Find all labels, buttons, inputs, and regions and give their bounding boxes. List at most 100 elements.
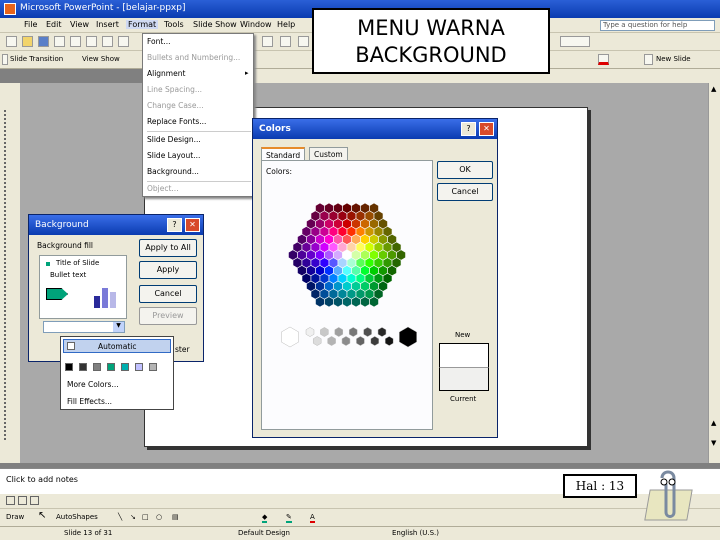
view-show-button[interactable]: View Show — [82, 55, 120, 63]
zoom-icon[interactable] — [560, 36, 590, 47]
fill-color-icon[interactable]: ◆ — [262, 513, 268, 523]
cancel-button[interactable]: Cancel — [139, 285, 197, 303]
menu-item-line-spacing[interactable]: Line Spacing... — [147, 85, 202, 97]
slide-transition-button[interactable]: Slide Transition — [10, 55, 63, 63]
line-icon[interactable]: ╲ — [118, 513, 122, 521]
menu-item-slide-layout[interactable]: Slide Layout... — [147, 151, 200, 163]
next-slide-icon[interactable]: ▼ — [711, 439, 716, 447]
menu-item-object[interactable]: Object... — [147, 184, 179, 196]
gray-cell[interactable] — [370, 336, 380, 346]
font-color-icon[interactable]: A — [310, 513, 315, 523]
office-assistant-icon[interactable] — [640, 468, 698, 526]
apply-button[interactable]: Apply — [139, 261, 197, 279]
menu-item-font[interactable]: Font... — [147, 37, 170, 49]
more-colors-option[interactable]: More Colors... — [67, 380, 119, 389]
menu-item-change-case[interactable]: Change Case... — [147, 101, 204, 113]
prev-slide-icon[interactable]: ▲ — [711, 419, 716, 427]
fill-select[interactable]: ▼ — [43, 321, 125, 333]
fill-effects-option[interactable]: Fill Effects... — [67, 397, 112, 406]
menu-slide-show[interactable]: Slide Show — [193, 20, 237, 29]
color-swatch[interactable] — [93, 363, 101, 371]
textbox-icon[interactable]: ▤ — [172, 513, 179, 521]
open-icon[interactable] — [22, 36, 33, 47]
save-icon[interactable] — [38, 36, 49, 47]
menu-separator — [147, 181, 251, 182]
sorter-view-icon[interactable] — [18, 496, 27, 505]
spell-icon[interactable] — [86, 36, 97, 47]
gray-cell[interactable] — [384, 336, 394, 346]
close-icon[interactable]: ✕ — [479, 122, 494, 136]
arrow-icon[interactable]: ↘ — [130, 513, 136, 521]
gray-cell[interactable] — [399, 326, 417, 348]
menu-view[interactable]: View — [70, 20, 89, 29]
preview-button[interactable]: Preview — [139, 307, 197, 325]
menu-window[interactable]: Window — [240, 20, 272, 29]
ok-button[interactable]: OK — [437, 161, 493, 179]
gray-cell[interactable] — [334, 327, 344, 337]
automatic-option[interactable]: Automatic — [63, 339, 171, 353]
menu-tools[interactable]: Tools — [164, 20, 184, 29]
gray-cell[interactable] — [312, 336, 322, 346]
menu-file[interactable]: File — [24, 20, 37, 29]
color-swatch[interactable] — [107, 363, 115, 371]
new-icon[interactable] — [6, 36, 17, 47]
gray-cell[interactable] — [377, 327, 387, 337]
gray-cell[interactable] — [320, 327, 329, 337]
help-icon[interactable]: ? — [167, 218, 182, 232]
help-icon[interactable]: ? — [461, 122, 476, 136]
vertical-scrollbar[interactable]: ▲ ▲ ▼ — [708, 83, 720, 463]
rectangle-icon[interactable]: □ — [142, 513, 149, 521]
tab-standard[interactable]: Standard — [261, 147, 306, 161]
normal-view-icon[interactable] — [6, 496, 15, 505]
menu-item-slide-design[interactable]: Slide Design... — [147, 135, 201, 147]
gray-cell[interactable] — [305, 327, 315, 337]
menu-format[interactable]: Format — [126, 20, 159, 29]
scroll-up-icon[interactable]: ▲ — [711, 85, 716, 93]
preview-icon[interactable] — [70, 36, 81, 47]
copy-icon[interactable] — [118, 36, 129, 47]
chart-icon[interactable] — [280, 36, 291, 47]
grid-icon[interactable] — [298, 36, 309, 47]
gray-cell[interactable] — [363, 327, 372, 337]
chevron-down-icon[interactable]: ▼ — [113, 322, 124, 332]
print-icon[interactable] — [54, 36, 65, 47]
select-arrow-icon[interactable]: ↖ — [38, 510, 46, 521]
autoshapes-menu[interactable]: AutoShapes — [56, 513, 98, 521]
outline-text-strip — [4, 110, 14, 440]
apply-to-all-button[interactable]: Apply to All — [139, 239, 197, 257]
color-swatch[interactable] — [65, 363, 73, 371]
cut-icon[interactable] — [102, 36, 113, 47]
oval-icon[interactable]: ○ — [156, 513, 162, 521]
color-swatch[interactable] — [135, 363, 143, 371]
gray-cell[interactable] — [348, 327, 358, 337]
help-search-input[interactable]: Type a question for help — [600, 20, 715, 31]
gray-cell[interactable] — [356, 336, 365, 346]
menu-item-background[interactable]: Background... — [147, 167, 199, 179]
gray-cell[interactable] — [327, 336, 336, 346]
close-icon[interactable]: ✕ — [185, 218, 200, 232]
transition-icon[interactable] — [2, 54, 8, 65]
menu-item-alignment[interactable]: Alignment — [147, 69, 185, 81]
line-color-icon[interactable]: ✎ — [286, 513, 292, 523]
color-swatch[interactable] — [149, 363, 157, 371]
menu-item-bullets[interactable]: Bullets and Numbering... — [147, 53, 240, 65]
menu-help[interactable]: Help — [277, 20, 295, 29]
slideshow-view-icon[interactable] — [30, 496, 39, 505]
standard-tab-panel: Colors: — [261, 160, 433, 430]
gray-cell[interactable] — [341, 336, 351, 346]
new-slide-icon[interactable] — [644, 54, 653, 65]
tab-custom[interactable]: Custom — [309, 147, 348, 161]
color-swatch[interactable] — [79, 363, 87, 371]
color-cell[interactable] — [396, 249, 406, 261]
grayscale-row[interactable] — [272, 321, 422, 351]
cancel-button[interactable]: Cancel — [437, 183, 493, 201]
table-icon[interactable] — [262, 36, 273, 47]
menu-edit[interactable]: Edit — [46, 20, 62, 29]
draw-menu[interactable]: Draw — [6, 513, 24, 521]
menu-insert[interactable]: Insert — [96, 20, 119, 29]
new-slide-button[interactable]: New Slide — [656, 55, 691, 63]
menu-item-replace-fonts[interactable]: Replace Fonts... — [147, 117, 206, 129]
color-swatch[interactable] — [121, 363, 129, 371]
font-color-icon[interactable] — [598, 54, 609, 65]
gray-cell[interactable] — [281, 326, 299, 348]
